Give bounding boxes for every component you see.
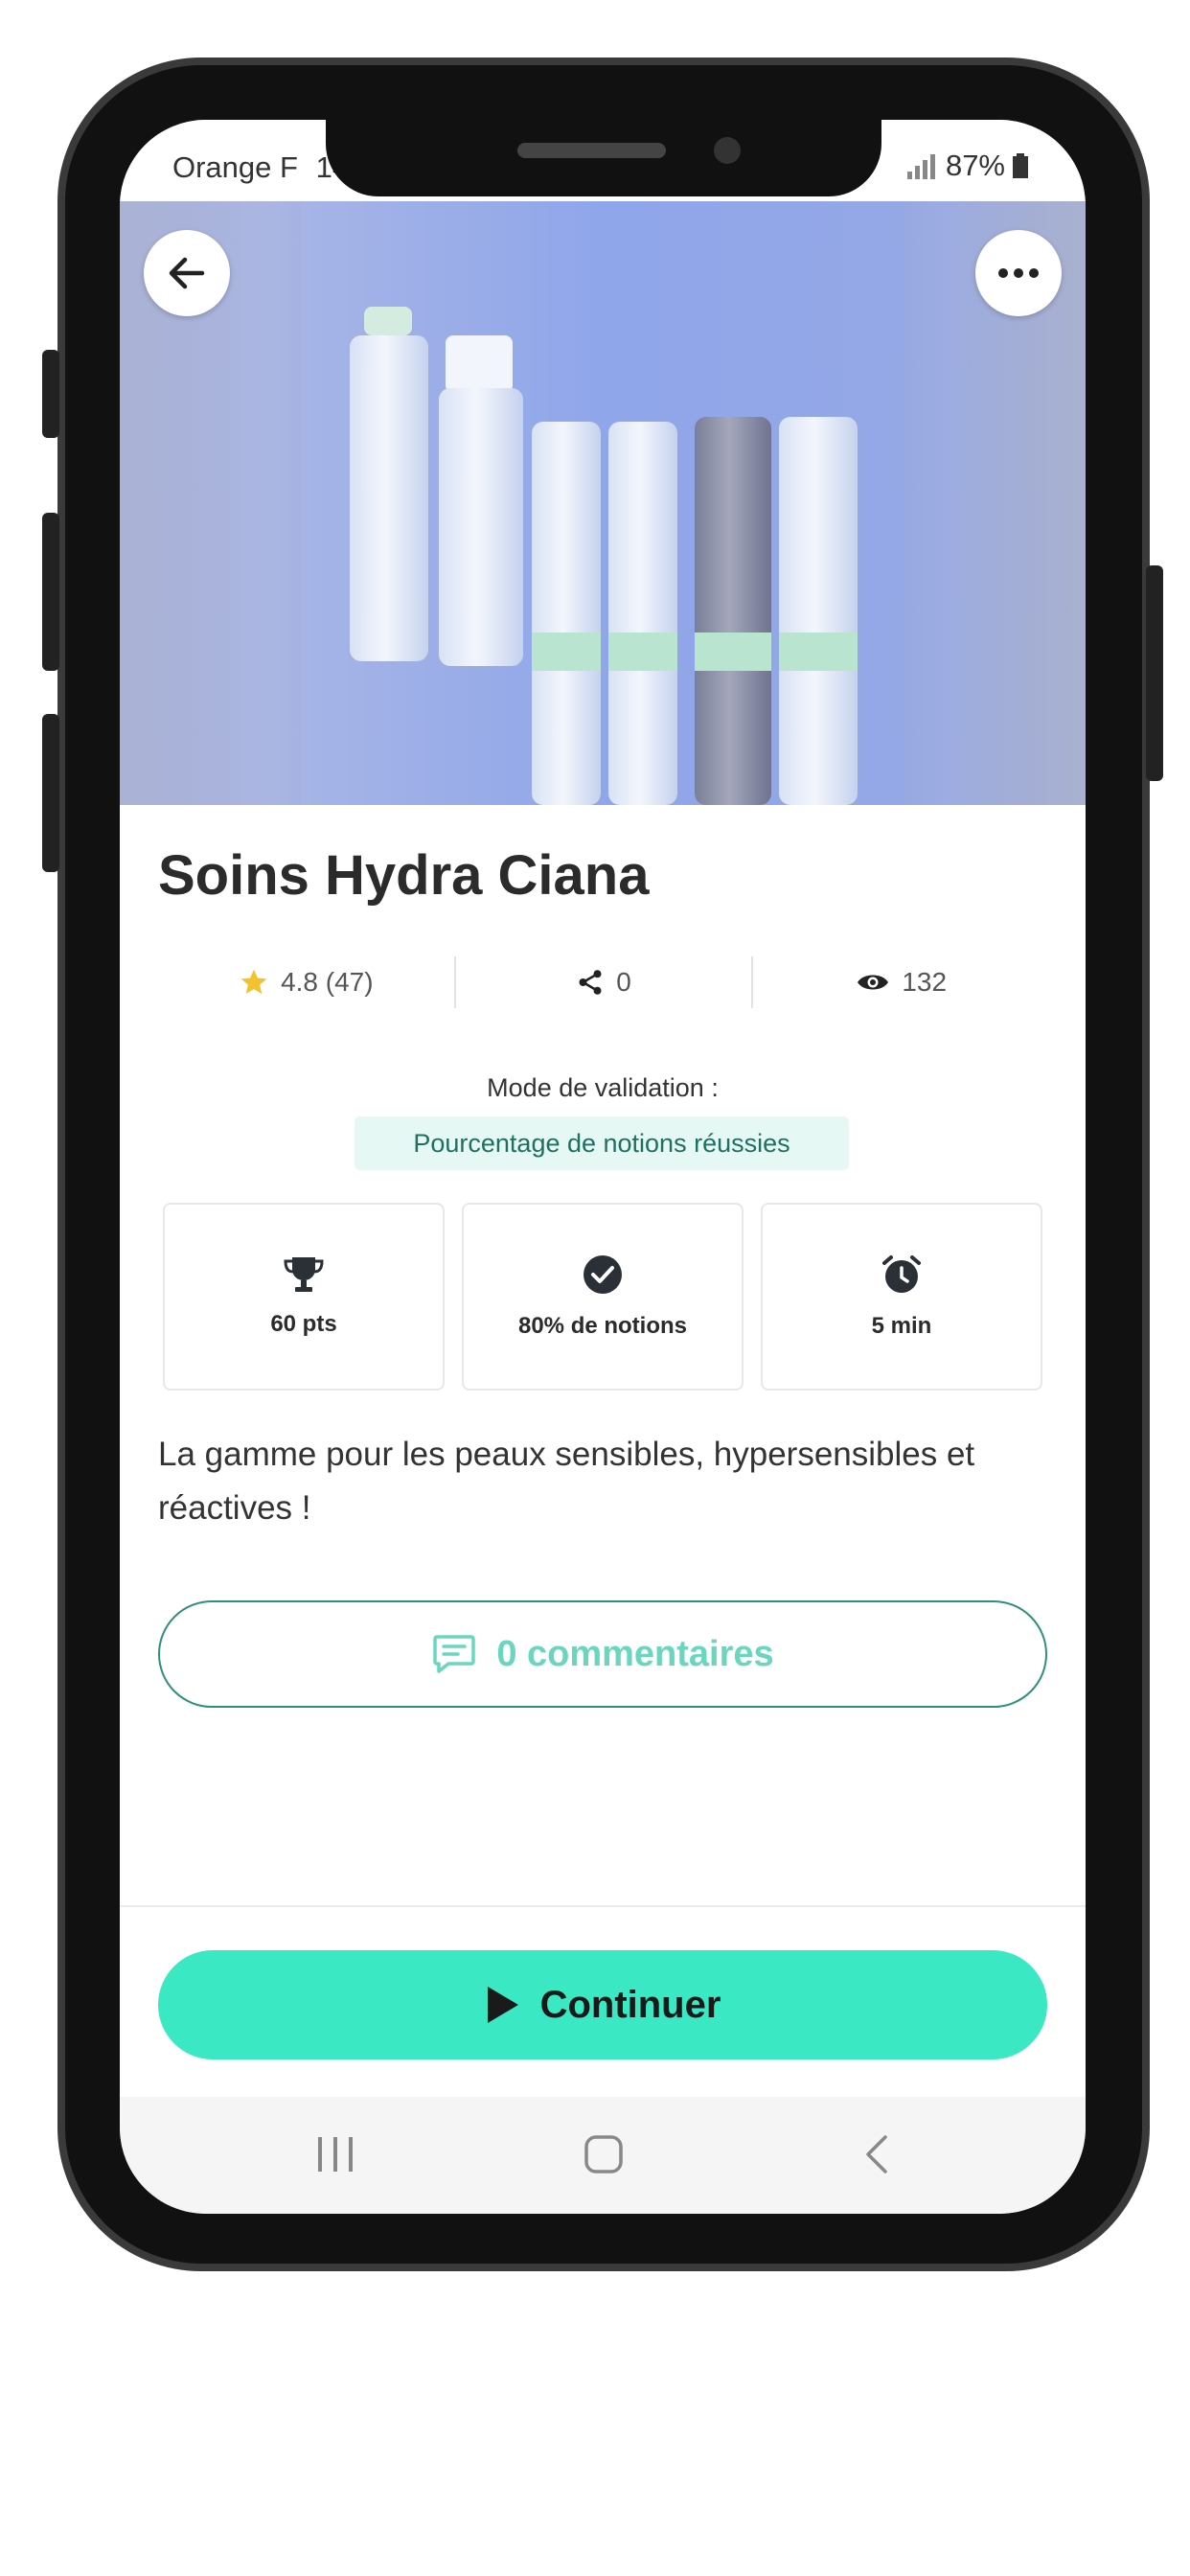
duration-value: 5 min [871, 1313, 932, 1339]
validation-mode-label: Mode de validation : [487, 1073, 719, 1102]
foam-bottle [439, 388, 523, 666]
tube [695, 417, 771, 805]
phone-side-button [42, 513, 59, 671]
tube [608, 422, 677, 805]
comments-label: 0 commentaires [496, 1633, 774, 1674]
back-chevron-icon [866, 2135, 887, 2174]
star-icon [240, 969, 267, 994]
front-camera [714, 137, 741, 164]
course-description: La gamme pour les peaux sensibles, hyper… [158, 1436, 975, 1527]
share-count: 0 [616, 967, 631, 997]
system-nav-bar [120, 2097, 1086, 2214]
home-button[interactable] [575, 2126, 632, 2183]
play-icon [487, 1987, 518, 2023]
check-circle-icon [584, 1255, 622, 1294]
product-hero-image [120, 201, 1086, 805]
foam-cap [446, 335, 513, 393]
battery-icon [1013, 153, 1028, 178]
more-options-button[interactable] [975, 230, 1062, 316]
trophy-icon [284, 1257, 324, 1292]
notions-value: 80% de notions [517, 1313, 688, 1339]
course-stats: 4.8 (47) 0 132 [158, 949, 1049, 1016]
phone-side-button [42, 350, 59, 438]
recent-apps-button[interactable] [307, 2126, 364, 2183]
notions-card: 80% de notions [462, 1203, 744, 1391]
phone-side-button [1146, 565, 1163, 781]
recent-apps-icon [318, 2137, 353, 2172]
alarm-clock-icon [882, 1255, 921, 1293]
views-stat: 132 [753, 967, 1049, 998]
home-icon [584, 2135, 623, 2174]
back-button[interactable] [144, 230, 230, 316]
duration-card: 5 min [761, 1203, 1042, 1391]
comment-icon [433, 1635, 476, 1673]
earpiece-speaker [517, 143, 666, 158]
rating-value: 4.8 (47) [281, 967, 374, 997]
more-dots-icon [998, 268, 1039, 278]
pump-head [364, 307, 412, 335]
views-count: 132 [902, 967, 948, 997]
eye-icon [858, 975, 889, 990]
points-value: 60 pts [270, 1311, 337, 1337]
course-info-cards: 60 pts 80% de notions 5 min [163, 1203, 1042, 1391]
back-arrow-icon [169, 257, 205, 289]
pump-bottle [350, 335, 428, 661]
app-screen: Orange F 14 87% [120, 120, 1086, 2214]
points-card: 60 pts [163, 1203, 445, 1391]
continue-button[interactable]: Continuer [158, 1950, 1047, 2059]
tube [532, 422, 601, 805]
carrier-label: Orange F [172, 150, 298, 184]
rating-stat[interactable]: 4.8 (47) [158, 967, 454, 998]
signal-icon [906, 154, 935, 179]
continue-label: Continuer [539, 1983, 721, 2026]
phone-side-button [42, 714, 59, 872]
share-icon [579, 970, 602, 995]
battery-label: 87% [945, 149, 1005, 182]
phone-notch [326, 120, 881, 196]
system-back-button[interactable] [848, 2126, 905, 2183]
validation-mode-chip: Pourcentage de notions réussies [355, 1116, 849, 1170]
divider [120, 1905, 1086, 1907]
share-stat[interactable]: 0 [456, 967, 752, 998]
course-title: Soins Hydra Ciana [158, 844, 650, 907]
tube [779, 417, 858, 805]
comments-button[interactable]: 0 commentaires [158, 1600, 1047, 1708]
